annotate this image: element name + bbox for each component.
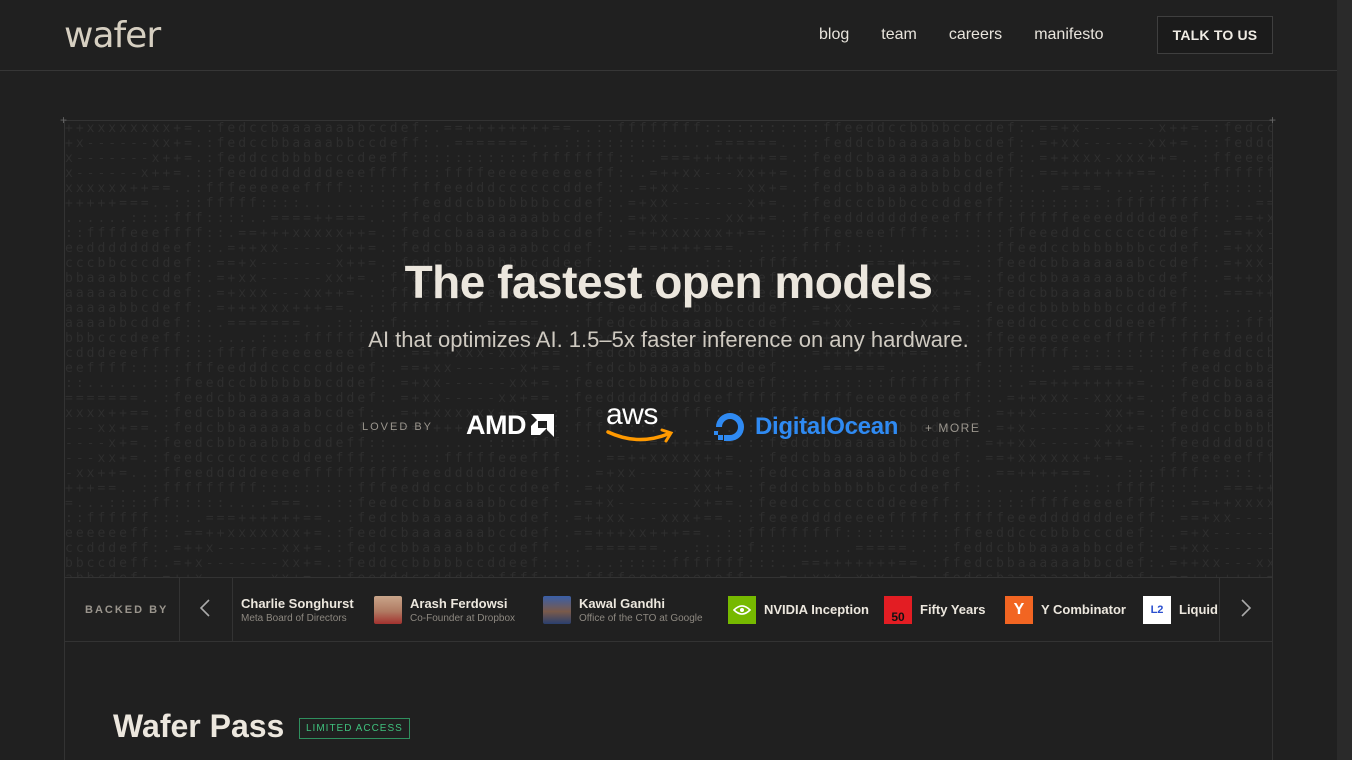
backer-name: Charlie Songhurst xyxy=(241,595,354,611)
aws-logo: aws xyxy=(606,398,676,448)
backer-name: NVIDIA Inception xyxy=(764,602,869,617)
backer-item: 50 Fifty Years xyxy=(884,578,986,641)
backer-name: Kawal Gandhi xyxy=(579,595,665,611)
limited-access-badge: LIMITED ACCESS xyxy=(299,718,410,739)
nav-link-careers[interactable]: careers xyxy=(949,26,1002,44)
talk-to-us-button[interactable]: TALK TO US xyxy=(1157,16,1273,54)
backer-item: Kawal Gandhi Office of the CTO at Google xyxy=(543,578,703,641)
digitalocean-logo-text: DigitalOcean xyxy=(755,413,899,440)
chevron-right-icon xyxy=(1241,599,1252,617)
amd-logo-text: AMD xyxy=(466,410,527,440)
y-combinator-icon: Y xyxy=(1005,595,1033,624)
chevron-left-icon xyxy=(199,599,210,617)
divider xyxy=(179,578,180,641)
backer-item: Y Y Combinator xyxy=(1005,578,1126,641)
hero-subtitle: AI that optimizes AI. 1.5–5x faster infe… xyxy=(368,327,969,352)
digitalocean-logo: DigitalOcean xyxy=(713,410,898,444)
backed-by-label: BACKED BY xyxy=(85,604,169,616)
amd-logo: AMD xyxy=(466,410,554,441)
aws-logo-text: aws xyxy=(606,398,658,431)
carousel-prev-button[interactable] xyxy=(199,598,211,624)
backer-text: Charlie Songhurst Meta Board of Director… xyxy=(241,596,354,624)
avatar xyxy=(374,595,402,624)
avatar xyxy=(543,595,571,624)
backer-role: Co-Founder at Dropbox xyxy=(410,612,516,624)
wafer-pass-title: Wafer Pass xyxy=(113,708,285,744)
digitalocean-icon xyxy=(714,413,744,441)
nav-link-blog[interactable]: blog xyxy=(819,26,849,44)
backer-name: Fifty Years xyxy=(920,602,986,617)
loved-by-label: LOVED BY xyxy=(362,421,434,433)
backers-bar: BACKED BY Charlie Songhurst Meta Board o… xyxy=(65,577,1272,642)
backer-name: Liquid 2 xyxy=(1179,602,1219,617)
liquid-2-icon: L2 xyxy=(1143,595,1171,624)
site-header: wafer blog team careers manifesto TALK T… xyxy=(0,0,1337,71)
fifty-years-icon: 50 xyxy=(884,595,912,624)
backer-item: Arash Ferdowsi Co-Founder at Dropbox xyxy=(374,578,515,641)
hero-title: The fastest open models xyxy=(404,256,933,308)
nvidia-icon xyxy=(728,595,756,624)
aws-smile-icon xyxy=(606,428,674,443)
backer-name: Y Combinator xyxy=(1041,602,1126,617)
backer-item: NVIDIA Inception xyxy=(728,578,869,641)
page-scrollbar[interactable] xyxy=(1337,0,1352,760)
wafer-logo[interactable]: wafer xyxy=(64,15,161,56)
backer-item: L2 Liquid 2 xyxy=(1143,578,1219,641)
main-nav: blog team careers manifesto xyxy=(819,26,1104,44)
backer-item: Charlie Songhurst Meta Board of Director… xyxy=(241,578,354,641)
amd-arrow-icon xyxy=(531,413,554,437)
divider xyxy=(1219,578,1220,641)
nav-link-manifesto[interactable]: manifesto xyxy=(1034,26,1103,44)
nvidia-eye-icon xyxy=(733,604,751,615)
carousel-next-button[interactable] xyxy=(1240,598,1252,624)
backer-text: Kawal Gandhi Office of the CTO at Google xyxy=(579,596,703,624)
backers-carousel: Charlie Songhurst Meta Board of Director… xyxy=(233,578,1219,641)
backer-text: Arash Ferdowsi Co-Founder at Dropbox xyxy=(410,596,515,624)
nav-link-team[interactable]: team xyxy=(881,26,917,44)
backer-role: Office of the CTO at Google xyxy=(579,612,703,624)
more-logos-link[interactable]: + MORE xyxy=(925,421,980,435)
backer-role: Meta Board of Directors xyxy=(241,612,347,624)
backer-name: Arash Ferdowsi xyxy=(410,595,508,611)
